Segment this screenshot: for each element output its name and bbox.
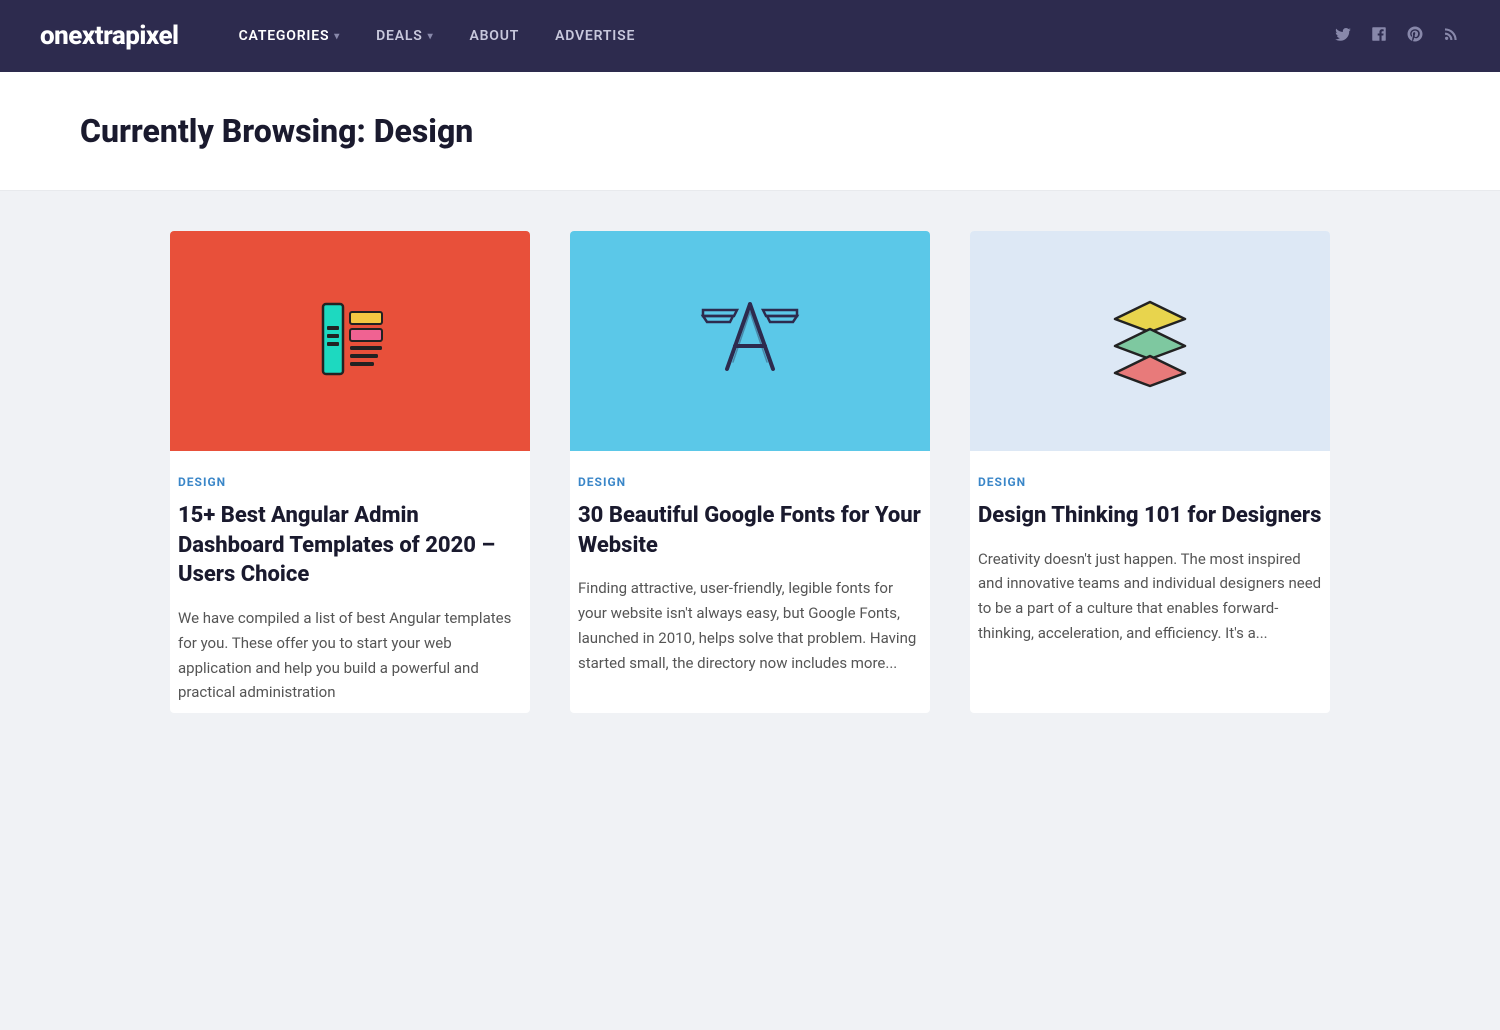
pinterest-icon[interactable] [1406,25,1424,47]
card-2-category: DESIGN [578,475,922,489]
card-1-image [170,231,530,451]
card-2-excerpt: Finding attractive, user-friendly, legib… [578,576,922,675]
rss-icon[interactable] [1442,25,1460,47]
dashboard-icon [285,274,415,408]
card-1[interactable]: DESIGN 15+ Best Angular Admin Dashboard … [170,231,530,713]
card-3-title: Design Thinking 101 for Designers [978,501,1322,531]
card-3-body: DESIGN Design Thinking 101 for Designers… [970,451,1330,654]
card-3[interactable]: DESIGN Design Thinking 101 for Designers… [970,231,1330,713]
site-logo[interactable]: onextrapixel [40,21,179,51]
twitter-icon[interactable] [1334,25,1352,47]
card-2-image [570,231,930,451]
card-2-body: DESIGN 30 Beautiful Google Fonts for You… [570,451,930,683]
nav-categories[interactable]: CATEGORIES ▾ [239,28,341,44]
navbar: onextrapixel CATEGORIES ▾ DEALS ▾ ABOUT … [0,0,1500,72]
card-grid: DESIGN 15+ Best Angular Admin Dashboard … [170,231,1330,713]
nav-about[interactable]: ABOUT [469,28,519,44]
card-1-category: DESIGN [178,475,522,489]
card-3-image [970,231,1330,451]
nav-links: CATEGORIES ▾ DEALS ▾ ABOUT ADVERTISE [239,28,1334,44]
nav-deals[interactable]: DEALS ▾ [376,28,433,44]
card-3-excerpt: Creativity doesn't just happen. The most… [978,547,1322,646]
main-content: DESIGN 15+ Best Angular Admin Dashboard … [110,231,1390,713]
card-1-body: DESIGN 15+ Best Angular Admin Dashboard … [170,451,530,713]
chevron-down-icon: ▾ [428,31,434,42]
font-icon [685,274,815,408]
layers-icon [1085,274,1215,408]
card-2[interactable]: DESIGN 30 Beautiful Google Fonts for You… [570,231,930,713]
facebook-icon[interactable] [1370,25,1388,47]
card-2-title: 30 Beautiful Google Fonts for Your Websi… [578,501,922,560]
card-3-category: DESIGN [978,475,1322,489]
nav-advertise[interactable]: ADVERTISE [555,28,635,44]
card-1-excerpt: We have compiled a list of best Angular … [178,606,522,705]
page-title: Currently Browsing: Design [80,112,1420,150]
card-1-title: 15+ Best Angular Admin Dashboard Templat… [178,501,522,590]
social-links [1334,25,1460,47]
chevron-down-icon: ▾ [334,31,340,42]
hero-banner: Currently Browsing: Design [0,72,1500,191]
